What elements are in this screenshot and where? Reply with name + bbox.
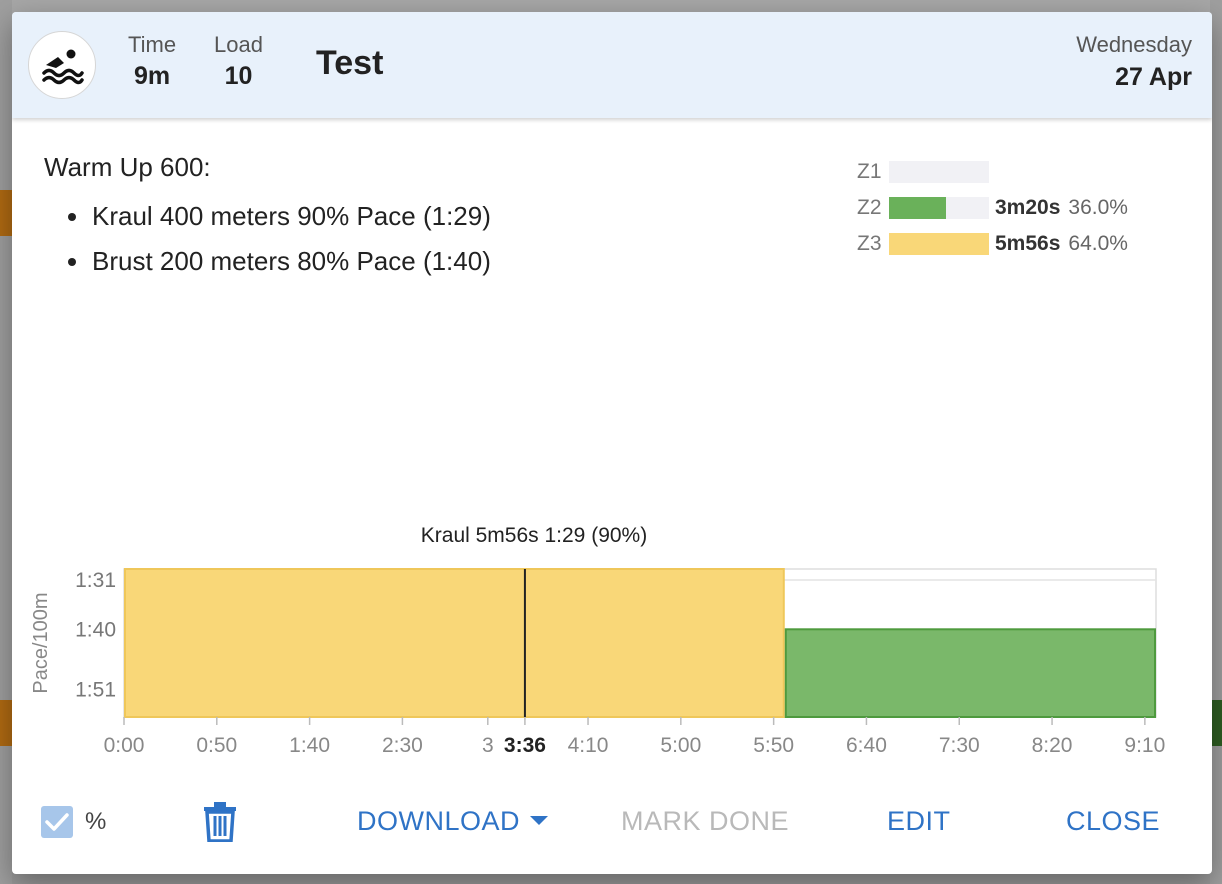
list-item: Brust 200 meters 80% Pace (1:40)	[44, 246, 491, 277]
load-value: 10	[224, 62, 253, 90]
workout-title: Test	[316, 44, 384, 82]
dialog-header: Time 9m Load 10 Test Wednesday 27 Apr	[12, 12, 1212, 118]
y-axis-label: Pace/100m	[30, 592, 52, 693]
x-tick-label: 5:00	[660, 734, 701, 757]
segment-bar	[784, 628, 1156, 718]
x-tick-label: 4:10	[568, 734, 609, 757]
y-tick-label: 1:51	[75, 679, 116, 702]
pace-chart[interactable]: Kraul 5m56s 1:29 (90%) 1:31 1:40 1:51 0:00 0:…	[12, 512, 1212, 782]
zone-bar-fill	[889, 233, 989, 255]
y-tick-label: 1:31	[75, 569, 116, 592]
time-label: Time	[128, 32, 177, 57]
percent-label: %	[85, 808, 107, 835]
load-label: Load	[214, 32, 263, 57]
time-value: 9m	[133, 62, 171, 90]
zone-label: Z2	[857, 196, 882, 219]
background-event-marker	[0, 700, 12, 746]
dialog-footer: % DOWNLOAD MARK DONE EDIT CLOSE	[12, 792, 1212, 852]
zone-bar-track	[889, 197, 989, 219]
download-button[interactable]: DOWNLOAD	[357, 806, 549, 837]
trash-icon	[204, 802, 236, 843]
mark-done-button[interactable]: MARK DONE	[621, 806, 789, 837]
edit-button[interactable]: EDIT	[887, 806, 951, 837]
percent-checkbox[interactable]	[41, 806, 73, 838]
zone-percent: 36.0%	[1068, 196, 1128, 219]
x-tick-label: 5:50	[753, 734, 794, 757]
x-tick-label: 8:20	[1032, 734, 1073, 757]
zone-bar-track	[889, 161, 989, 183]
zone-label: Z3	[857, 232, 882, 255]
zone-duration: 5m56s	[995, 232, 1061, 255]
time-stat: Time 9m	[128, 32, 176, 91]
weekday-label: Wednesday	[1076, 32, 1192, 57]
date-label: 27 Apr	[1115, 63, 1192, 91]
x-tick-label: 1:40	[289, 734, 330, 757]
workout-description: Warm Up 600: Kraul 400 meters 90% Pace (…	[44, 152, 491, 291]
description-list: Kraul 400 meters 90% Pace (1:29) Brust 2…	[44, 201, 491, 277]
swim-icon	[28, 31, 96, 99]
zone-percent: 64.0%	[1068, 232, 1128, 255]
x-tick-label: 0:50	[196, 734, 237, 757]
x-tick-label: 2:30	[382, 734, 423, 757]
chevron-down-icon	[530, 816, 549, 826]
close-button[interactable]: CLOSE	[1066, 806, 1160, 837]
x-tick-label: 3:36	[504, 734, 546, 757]
list-item: Kraul 400 meters 90% Pace (1:29)	[44, 201, 491, 232]
workout-date: Wednesday 27 Apr	[1076, 32, 1192, 92]
background-event-marker	[0, 190, 12, 236]
zone-row-z2: Z2 3m20s 36.0%	[857, 190, 1128, 226]
segment-bar	[124, 568, 785, 718]
zone-bar-track	[889, 233, 989, 255]
zone-bar-fill	[889, 197, 946, 219]
chart-title: Kraul 5m56s 1:29 (90%)	[421, 524, 647, 547]
zone-summary: Z1 Z2 3m20s 36.0% Z3 5m56s 64.0%	[857, 154, 1128, 262]
zone-row-z3: Z3 5m56s 64.0%	[857, 226, 1128, 262]
zone-duration: 3m20s	[995, 196, 1061, 219]
pace-chart-svg[interactable]: Kraul 5m56s 1:29 (90%) 1:31 1:40 1:51 0:00 0:…	[12, 512, 1212, 782]
x-tick-label: 7:30	[939, 734, 980, 757]
x-tick-label: 3	[482, 734, 494, 757]
load-stat: Load 10	[214, 32, 263, 91]
background-left-column	[0, 0, 12, 884]
delete-button[interactable]	[202, 802, 238, 843]
x-tick-label: 0:00	[104, 734, 145, 757]
description-heading: Warm Up 600:	[44, 152, 211, 182]
x-tick-label: 9:10	[1124, 734, 1165, 757]
x-tick-label: 6:40	[846, 734, 887, 757]
download-label: DOWNLOAD	[357, 806, 521, 836]
y-tick-label: 1:40	[75, 618, 116, 641]
checkmark-icon	[45, 813, 69, 831]
workout-dialog: Time 9m Load 10 Test Wednesday 27 Apr Wa…	[12, 12, 1212, 874]
zone-row-z1: Z1	[857, 154, 1128, 190]
zone-label: Z1	[857, 160, 882, 183]
